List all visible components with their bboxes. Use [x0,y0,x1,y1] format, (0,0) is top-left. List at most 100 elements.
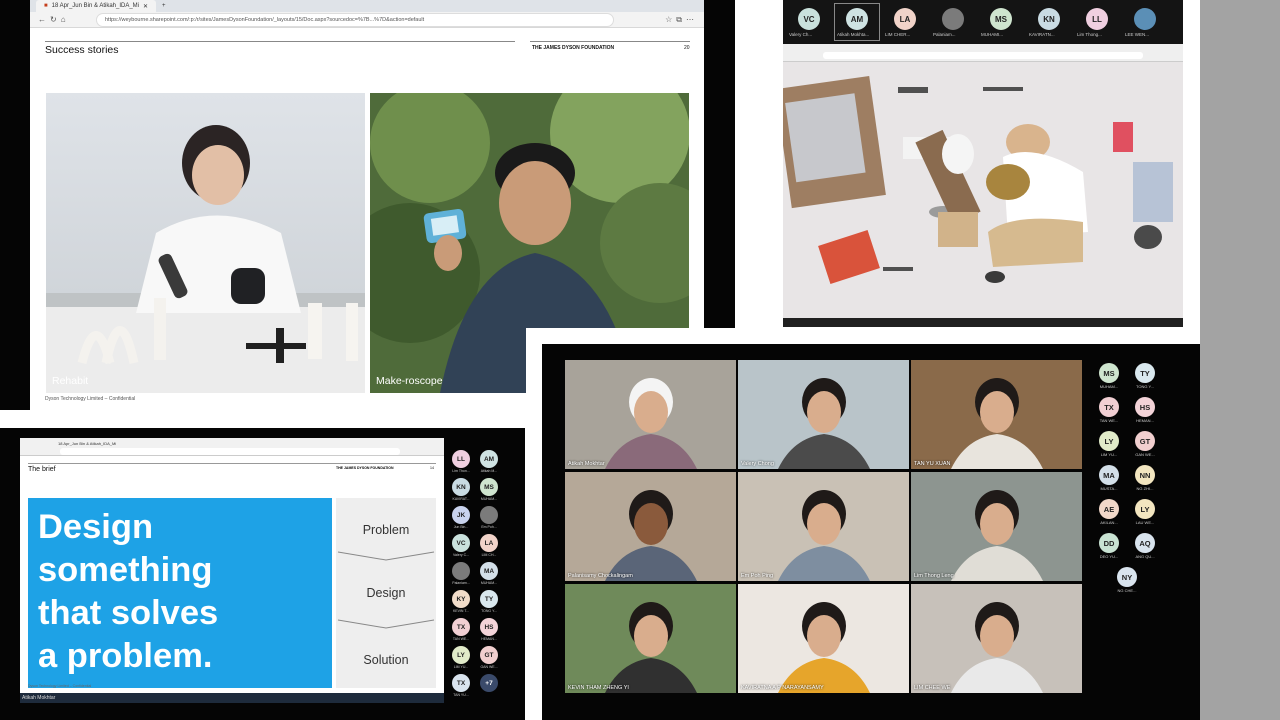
participant-tile[interactable]: TX TAN YU... [448,674,474,702]
participant-thumb[interactable]: MS MUHAMI... [979,4,1023,40]
participant-tile[interactable]: HS HEMAN... [476,618,502,646]
person-silhouette-face [980,615,1014,657]
participant-tile[interactable]: KN KAVIRAT... [448,478,474,506]
menu-icon[interactable]: ⋯ [686,15,698,24]
address-bar[interactable] [60,448,400,455]
video-tile-lim-chee-we[interactable]: LIM CHEE WE [911,584,1082,693]
back-icon[interactable]: ← [38,15,50,24]
participant-tile[interactable]: Em Poh... [476,506,502,534]
participant-video [778,378,870,469]
participant-tile[interactable]: GT GAN WE... [476,646,502,674]
video-tile-kevin-tham-zheng-yi[interactable]: KEVIN THAM ZHENG YI [565,584,736,693]
avatar [452,562,470,580]
participant-name: TAN WE... [452,637,470,641]
participant-tile[interactable]: LA LIM CH... [476,534,502,562]
avatar: MA [1099,465,1119,485]
person-silhouette-face [634,615,668,657]
participant-name: AKILAN... [1100,520,1118,525]
video-tile-palanisamy-chockalingam[interactable]: Palanisamy Chockalingam [565,472,736,581]
address-bar[interactable]: https://weybourne.sharepoint.com/:p:/r/s… [96,13,614,27]
participant-tile[interactable]: MS MUHAM... [1092,363,1126,395]
brand-label: THE JAMES DYSON FOUNDATION [532,45,615,51]
video-tile-valery-chong[interactable]: Valery Chong [738,360,909,469]
participant-thumb[interactable]: AM Atikah Mokhta... [834,3,880,41]
participant-thumb[interactable]: VC Valery Ch... [787,4,831,40]
participant-tile[interactable]: LY LIM YU... [1092,431,1126,463]
close-tab-icon[interactable]: ✕ [143,3,148,10]
person-silhouette-body [778,546,870,581]
person-silhouette-face [807,615,841,657]
tab-label: 18 Apr_Jun Bin & Atikah_IDA_Mi [51,3,140,9]
participant-tile[interactable]: VC Valery C... [448,534,474,562]
video-tile-atikah-mokhtar[interactable]: Atikah Mokhtar [565,360,736,469]
extensions-icon[interactable]: ⧉ [676,15,686,24]
participant-video [605,602,697,693]
participant-thumb[interactable]: KN KAVIRATN... [1027,4,1071,40]
refresh-icon[interactable]: ↻ [50,15,61,24]
home-icon[interactable]: ⌂ [61,15,70,24]
photo-caption-make-roscope: Make-roscope [376,375,443,387]
person-silhouette-body [605,434,697,469]
participant-tile[interactable]: TX TAN WE... [1092,397,1126,429]
participant-thumb[interactable]: LL Lim Thong... [1075,4,1119,40]
participant-tile[interactable]: TX TAN WE... [448,618,474,646]
participant-tile[interactable]: AM Atikah M... [476,450,502,478]
participant-tile[interactable]: AQ ANG QU... [1128,533,1162,565]
avatar: LL [452,450,470,468]
video-tile-tan-yu-xuan[interactable]: TAN YU XUAN [911,360,1082,469]
avatar: +7 [480,674,498,692]
browser-tab[interactable]: ■ 18 Apr_Jun Bin & Atikah_IDA_Mi ✕ [36,0,157,12]
new-tab-icon[interactable]: + [162,3,166,9]
participant-tile[interactable]: LY LIM YU... [448,646,474,674]
participant-tile[interactable]: MA MUSTA... [1092,465,1126,497]
participant-tile[interactable]: DD DEO YU... [1092,533,1126,565]
participant-tile[interactable]: MA MUHAM... [476,562,502,590]
participant-thumb[interactable]: Palaniam... [931,4,975,40]
avatar: LA [894,8,916,30]
participant-name: LIM YU... [453,665,469,669]
participant-tile[interactable]: TY TONG Y... [1128,363,1162,395]
avatar: MA [480,562,498,580]
tab-label[interactable]: 18 Apr_Jun Bin & Atikah_IDA_Mi [58,441,116,446]
participant-video [605,490,697,581]
title-rule [45,41,515,42]
participant-tile[interactable]: Palaniam... [448,562,474,590]
video-tile-em-poh-ping[interactable]: Em Poh Ping [738,472,909,581]
participant-name: Lim Thon... [452,469,470,473]
avatar: AM [480,450,498,468]
participant-thumb[interactable]: LEE WEN... [1123,4,1167,40]
participant-name: TAN YU... [453,693,469,697]
workshop-scene-image [783,62,1183,318]
nav-buttons: ←↻⌂ [38,15,70,24]
step-design: Design [366,586,406,600]
participant-video [778,602,870,693]
participant-thumb[interactable]: LA LIM CHER... [883,4,927,40]
participant-tile[interactable]: MS MUHAM... [476,478,502,506]
participant-tile[interactable]: AE AKILAN... [1092,499,1126,531]
participant-tile[interactable]: HS HEMAN... [1128,397,1162,429]
participant-tile[interactable]: NN NG ZHI... [1128,465,1162,497]
address-bar[interactable] [823,52,1143,59]
slide-title: Success stories [45,44,119,56]
participant-tile[interactable]: TY TONG Y... [476,590,502,618]
headline-line-3: that solves [38,594,219,632]
video-tile-lim-thong-leng[interactable]: Lim Thong Leng [911,472,1082,581]
zoom-gallery-view: Atikah Mokhtar Valery Chong TAN YU XUAN Pal… [526,328,1200,720]
favorites-icon[interactable]: ☆ [665,15,676,24]
participant-tile[interactable]: GT GAN WE... [1128,431,1162,463]
participant-name: LIM CHER... [885,32,911,37]
participant-name: Em Poh... [481,525,497,529]
participant-tile[interactable]: KY KEVIN T... [448,590,474,618]
participant-tile[interactable]: LY LAU WE... [1128,499,1162,531]
participant-video [778,490,870,581]
participant-tile[interactable]: JK Jun Bin... [448,506,474,534]
video-tile-name: Valery Chong [741,461,774,467]
participant-tile[interactable]: NY NG CHE... [1110,567,1144,599]
participant-tile[interactable]: LL Lim Thon... [448,450,474,478]
video-tile-kaviratna-a-p-narayansamy[interactable]: KAVIRATNA A P NARAYANSAMY [738,584,909,693]
participant-tile[interactable]: +7 [476,674,502,702]
avatar: HS [1135,397,1155,417]
windows-taskbar [783,318,1183,327]
avatar: MS [480,478,498,496]
windows-taskbar: Atikah Mokhtar [20,693,444,703]
